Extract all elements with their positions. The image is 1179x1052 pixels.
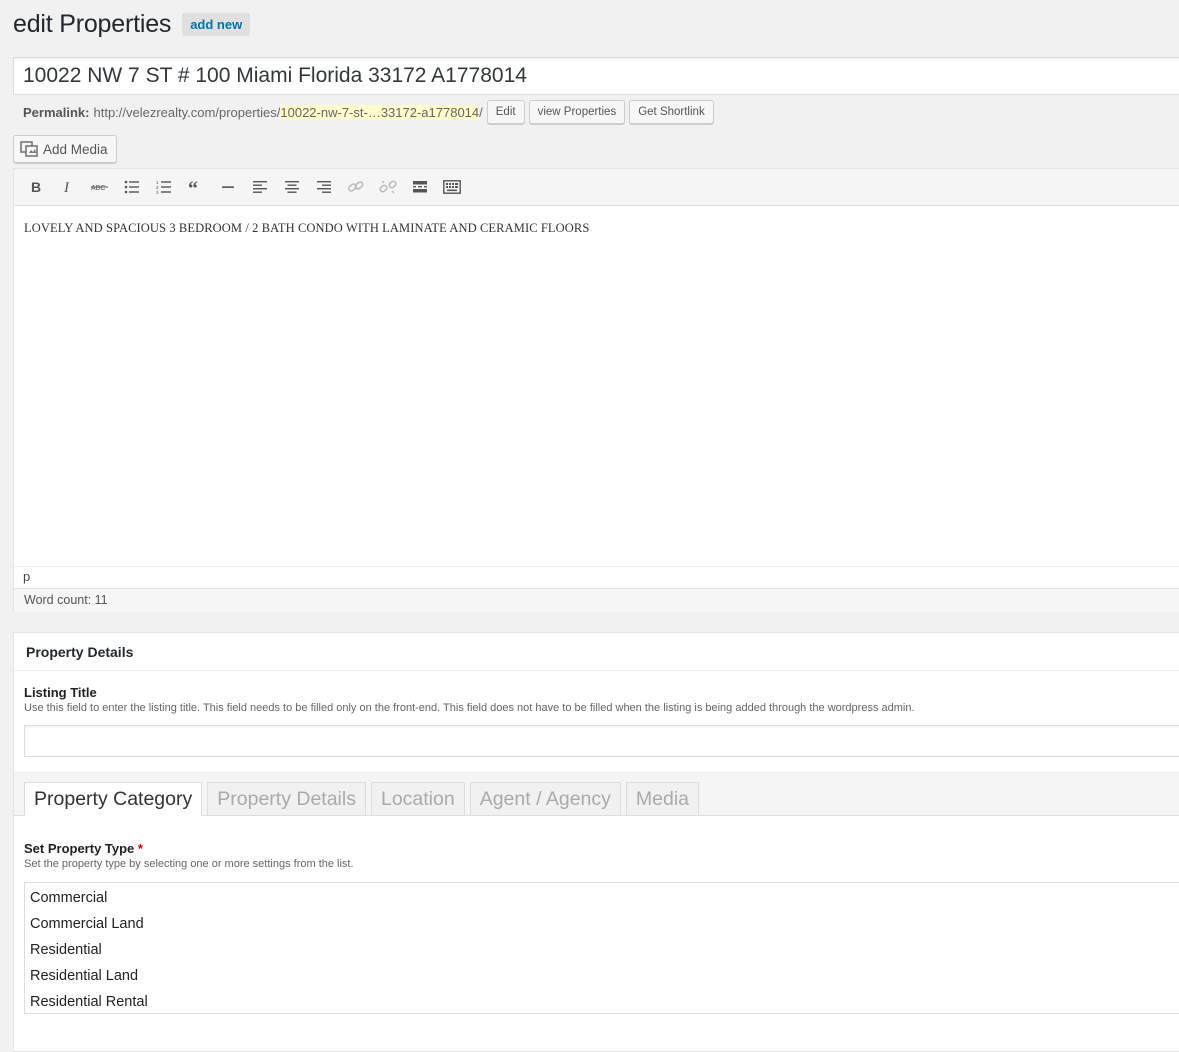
edit-permalink-button[interactable]: Edit [486,100,525,124]
property-type-field: Set Property Type * Set the property typ… [24,841,1179,1014]
tab-location[interactable]: Location [370,782,465,815]
link-icon[interactable] [340,172,372,202]
property-type-option[interactable]: Residential [25,937,1179,963]
tab-media[interactable]: Media [625,782,700,815]
permalink-trailing: / [479,104,483,120]
numbered-list-icon[interactable]: 123 [148,172,180,202]
property-type-description: Set the property type by selecting one o… [24,858,354,870]
metabox-title[interactable]: Property Details [14,633,1179,671]
editor-toolbar: B I ABC 123 “ [14,169,1179,206]
align-right-icon[interactable] [308,172,340,202]
toolbar-toggle-icon[interactable] [436,172,468,202]
align-center-icon[interactable] [276,172,308,202]
property-type-label-text: Set Property Type [24,841,135,856]
tab-property-details[interactable]: Property Details [207,782,366,815]
view-properties-button[interactable]: view Properties [528,100,626,124]
add-media-label: Add Media [43,141,108,157]
align-left-icon[interactable] [244,172,276,202]
property-type-option[interactable]: Commercial Land [25,911,1179,937]
property-type-listbox[interactable]: Commercial Commercial Land Residential R… [24,882,1179,1014]
permalink-row: Permalink: http://velezrealty.com/proper… [23,100,714,124]
property-type-label: Set Property Type * [24,841,1179,856]
listing-title-input[interactable] [24,725,1179,757]
permalink-base: http://velezrealty.com/properties/ [93,104,281,120]
property-type-option[interactable]: Residential Rental [25,989,1179,1015]
unlink-icon[interactable] [372,172,404,202]
add-media-button[interactable]: Add Media [13,135,117,163]
page-heading: edit Properties add new [13,10,251,39]
svg-text:“: “ [188,180,198,194]
horizontal-line-icon[interactable] [212,172,244,202]
property-type-option[interactable]: Commercial [25,885,1179,911]
tab-agent-agency[interactable]: Agent / Agency [469,782,621,815]
blockquote-icon[interactable]: “ [180,172,212,202]
permalink-label: Permalink: [23,104,90,120]
listing-title-label: Listing Title [24,685,97,700]
tab-property-category[interactable]: Property Category [24,782,203,816]
read-more-icon[interactable] [404,172,436,202]
required-marker: * [137,841,143,856]
word-count: Word count: 11 [14,588,1179,612]
svg-text:ABC: ABC [91,185,105,192]
permalink-slug[interactable]: 10022-nw-7-st-…33172-a1778014 [280,104,480,120]
svg-text:I: I [63,180,70,194]
get-shortlink-button[interactable]: Get Shortlink [629,100,714,124]
strikethrough-icon[interactable]: ABC [84,172,116,202]
property-tabs-bar: Property Category Property Details Locat… [14,772,1179,816]
listing-title-description: Use this field to enter the listing titl… [24,702,915,714]
listing-title-field: Listing Title Use this field to enter th… [14,671,1179,757]
svg-text:3: 3 [156,190,159,194]
media-icon [20,141,38,157]
post-title-input[interactable]: 10022 NW 7 ST # 100 Miami Florida 33172 … [13,57,1179,95]
property-details-metabox: Property Details Listing Title Use this … [13,632,1179,1052]
property-tabs: Property Category Property Details Locat… [24,782,704,816]
editor-path: p [14,566,1179,588]
property-type-option[interactable]: Residential Land [25,963,1179,989]
add-new-button[interactable]: add new [182,13,251,36]
page-title: edit Properties [13,10,172,38]
bold-icon[interactable]: B [20,172,52,202]
svg-text:B: B [31,180,41,194]
content-editor: B I ABC 123 “ LOVELY AND SPACIOUS 3 BEDR… [13,168,1179,612]
editor-content[interactable]: LOVELY AND SPACIOUS 3 BEDROOM / 2 BATH C… [14,206,1179,566]
bulleted-list-icon[interactable] [116,172,148,202]
italic-icon[interactable]: I [52,172,84,202]
